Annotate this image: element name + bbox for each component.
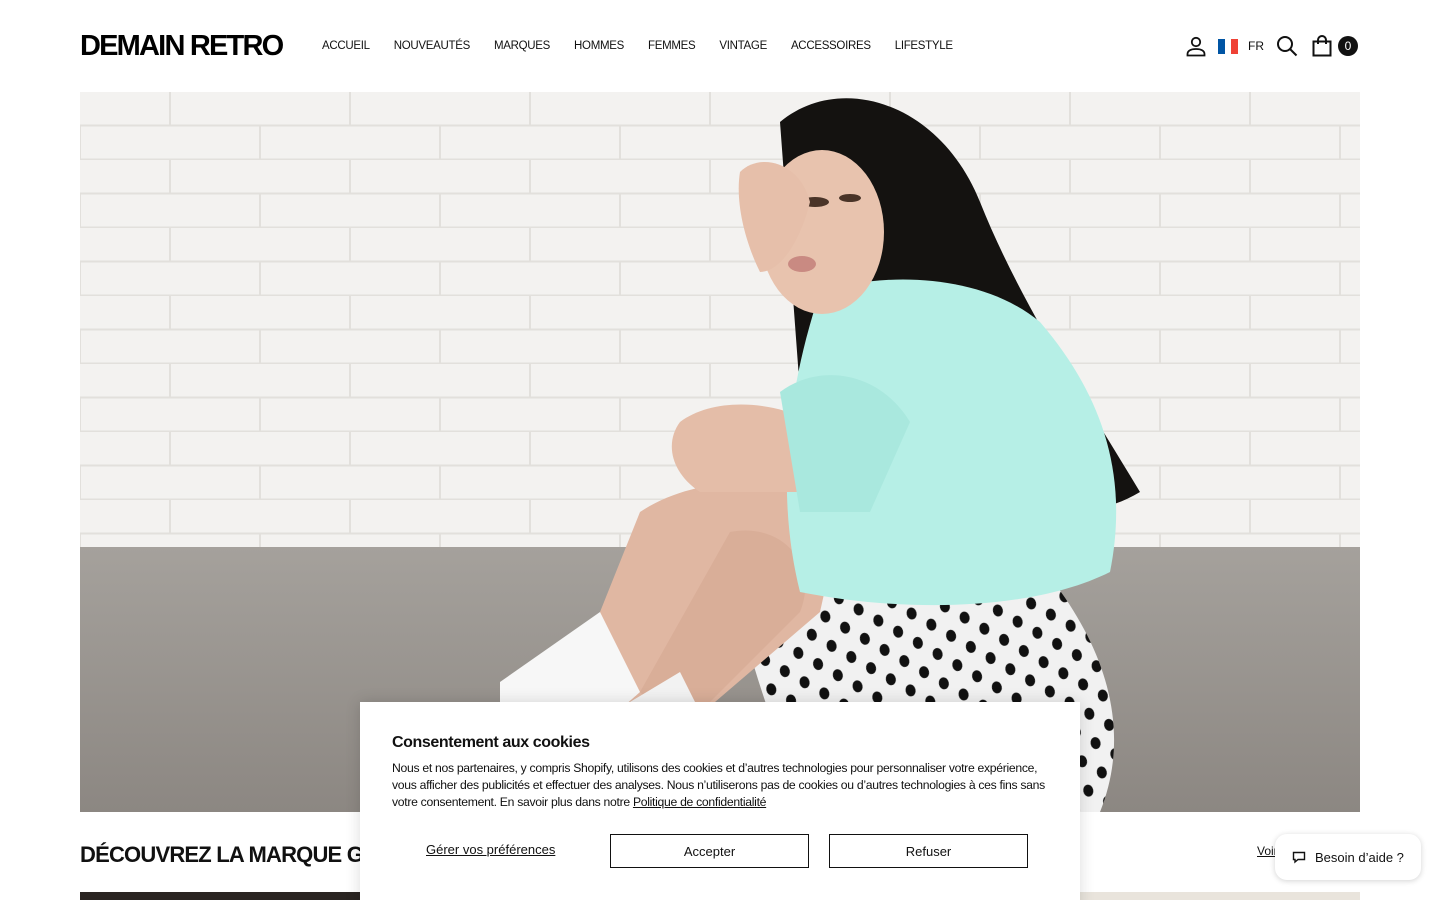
nav-item-marques[interactable]: MARQUES bbox=[494, 39, 550, 53]
nav-item-accessoires[interactable]: ACCESSOIRES bbox=[791, 39, 871, 53]
product-thumbnail[interactable] bbox=[1080, 892, 1360, 900]
nav-item-vintage[interactable]: VINTAGE bbox=[719, 39, 767, 53]
cookie-text: Nous et nos partenaires, y compris Shopi… bbox=[392, 760, 1052, 811]
user-icon[interactable] bbox=[1184, 34, 1208, 58]
nav-item-accueil[interactable]: ACCUEIL bbox=[322, 39, 370, 53]
refuse-button[interactable]: Refuser bbox=[829, 834, 1028, 868]
help-label: Besoin d’aide ? bbox=[1315, 849, 1404, 865]
site-logo[interactable]: DEMAIN RETRO bbox=[80, 30, 284, 62]
language-selector[interactable]: FR bbox=[1248, 39, 1264, 53]
section-title: DÉCOUVREZ LA MARQUE G bbox=[80, 842, 364, 867]
nav-item-nouveautes[interactable]: NOUVEAUTÉS bbox=[394, 39, 471, 53]
cookie-title: Consentement aux cookies bbox=[392, 734, 590, 751]
nav-item-lifestyle[interactable]: LIFESTYLE bbox=[895, 39, 953, 53]
cart-button[interactable]: 0 bbox=[1310, 34, 1358, 58]
product-thumbnail[interactable] bbox=[80, 892, 370, 900]
site-header: DEMAIN RETRO ACCUEIL NOUVEAUTÉS MARQUES … bbox=[0, 0, 1440, 92]
search-icon[interactable] bbox=[1276, 35, 1298, 57]
help-chat-button[interactable]: Besoin d’aide ? bbox=[1275, 834, 1421, 880]
manage-preferences-link[interactable]: Gérer vos préférences bbox=[426, 842, 555, 857]
shopping-bag-icon bbox=[1310, 34, 1334, 58]
accept-button[interactable]: Accepter bbox=[610, 834, 809, 868]
main-nav: ACCUEIL NOUVEAUTÉS MARQUES HOMMES FEMMES… bbox=[322, 39, 953, 53]
chat-bubble-icon bbox=[1292, 851, 1306, 864]
cookie-actions: Gérer vos préférences Accepter Refuser bbox=[392, 834, 1028, 868]
france-flag-icon[interactable] bbox=[1218, 38, 1239, 54]
privacy-policy-link[interactable]: Politique de confidentialité bbox=[633, 795, 767, 809]
nav-item-hommes[interactable]: HOMMES bbox=[574, 39, 624, 53]
nav-item-femmes[interactable]: FEMMES bbox=[648, 39, 696, 53]
cookie-consent-banner: Consentement aux cookies Nous et nos par… bbox=[360, 702, 1080, 900]
cart-count-badge: 0 bbox=[1338, 36, 1358, 56]
header-actions: FR 0 bbox=[1184, 33, 1358, 59]
